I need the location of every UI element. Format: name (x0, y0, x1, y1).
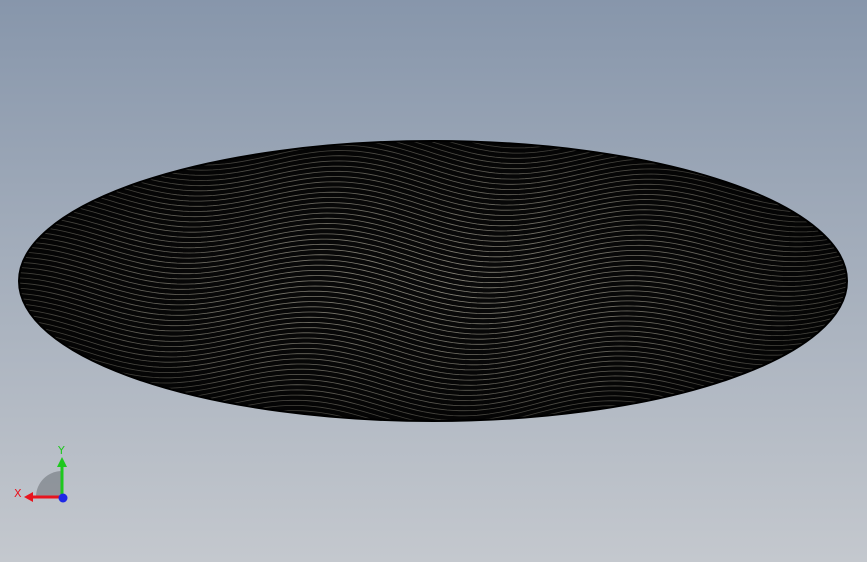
x-axis-arrowhead (24, 492, 33, 502)
z-axis-dot (58, 493, 68, 503)
xy-plane-quadrant (36, 471, 62, 497)
ellipse-model[interactable] (0, 0, 867, 562)
y-axis-label: Y (57, 444, 65, 457)
ellipse-shading (19, 141, 847, 421)
graphics-viewport[interactable] (0, 0, 867, 562)
y-axis-arrowhead (57, 457, 67, 467)
x-axis-label: X (14, 487, 22, 500)
axis-triad: X Y (10, 440, 80, 510)
